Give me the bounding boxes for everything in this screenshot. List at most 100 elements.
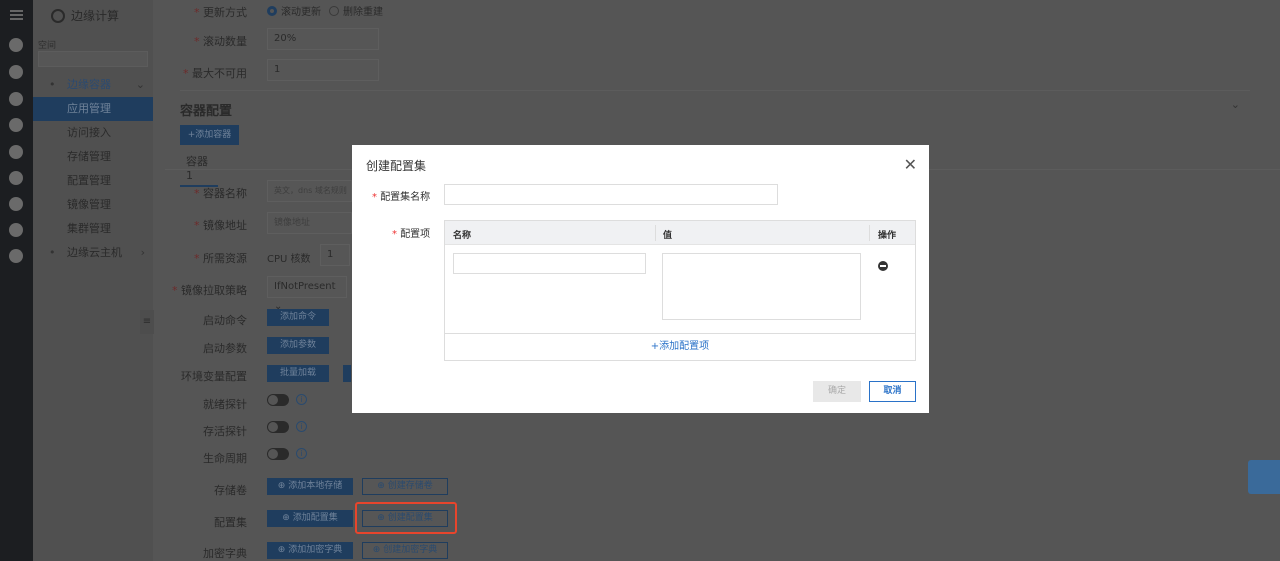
button-label: 创建配置集: [387, 513, 433, 523]
database-icon[interactable]: [9, 145, 23, 159]
container-name-input[interactable]: 英文，dns 域名规则: [267, 180, 352, 202]
floating-help-button[interactable]: [1248, 460, 1280, 494]
button-label: 添加配置集: [292, 513, 338, 523]
image-input[interactable]: 镜像地址: [267, 212, 352, 234]
create-configset-button[interactable]: ⊕ 创建配置集: [362, 510, 448, 527]
container-icon[interactable]: [9, 65, 23, 79]
config-items-label: 配置项: [392, 225, 430, 240]
sidebar-collapse-toggle[interactable]: ≡: [140, 310, 154, 334]
create-volume-button[interactable]: ⊕ 创建存储卷: [362, 478, 448, 495]
mail-icon[interactable]: [9, 223, 23, 237]
sidebar-item-cluster[interactable]: 集群管理: [33, 217, 153, 241]
readiness-label: 就绪探针: [203, 398, 247, 411]
ok-button[interactable]: 确定: [813, 381, 861, 402]
layers-icon[interactable]: [9, 171, 23, 185]
sidebar-item-image[interactable]: 镜像管理: [33, 193, 153, 217]
icon-bar: [0, 0, 33, 561]
sidebar-item-config[interactable]: 配置管理: [33, 169, 153, 193]
volume-label: 存储卷: [214, 484, 247, 497]
button-label: 创建加密字典: [383, 545, 438, 555]
cmd-label: 启动命令: [203, 314, 247, 327]
sidebar-item-storage[interactable]: 存储管理: [33, 145, 153, 169]
add-command-button[interactable]: 添加命令: [267, 309, 329, 326]
group-label: 边缘云主机: [67, 246, 122, 259]
chevron-right-icon: ›: [140, 246, 145, 259]
readiness-toggle[interactable]: [267, 394, 289, 406]
radio-label: 删除重建: [343, 7, 383, 18]
lifecycle-label: 生命周期: [203, 452, 247, 465]
cancel-button[interactable]: 取消: [869, 381, 916, 402]
cloud-icon[interactable]: [9, 118, 23, 132]
max-unavailable-label: 最大不可用: [165, 65, 247, 81]
update-mode-radios: 滚动更新 删除重建: [267, 3, 383, 18]
dialog-title: 创建配置集: [366, 159, 427, 173]
info-icon[interactable]: i: [296, 448, 307, 459]
sidebar-title: 边缘计算: [51, 7, 119, 24]
liveness-label: 存活探针: [203, 425, 247, 438]
table-header: 名称 值 操作: [445, 221, 915, 245]
pull-policy-value: IfNotPresent: [274, 281, 336, 292]
info-icon[interactable]: i: [296, 421, 307, 432]
add-container-button[interactable]: +添加容器: [180, 125, 239, 145]
add-secret-button[interactable]: ⊕ 添加加密字典: [267, 542, 353, 559]
create-configset-dialog: 创建配置集 ✕ 配置集名称 配置项 名称 值 操作 +添加配置项 确定 取消: [352, 145, 929, 413]
pull-policy-label: 镜像拉取策略: [165, 282, 247, 298]
chevron-down-icon: ⌄: [135, 78, 145, 91]
section-title: 容器配置: [180, 104, 233, 119]
upload-icon[interactable]: [9, 197, 23, 211]
divider: [655, 225, 656, 241]
sidebar-group-edge-container[interactable]: 边缘容器 ⌄: [33, 73, 153, 97]
sidebar-item-app[interactable]: 应用管理: [33, 97, 153, 121]
space-select[interactable]: [38, 51, 148, 67]
update-mode-label: 更新方式: [165, 4, 247, 20]
pull-policy-select[interactable]: IfNotPresent ⌄: [267, 276, 347, 312]
button-label: 添加本地存储: [288, 481, 343, 491]
sidebar-group-edge-vm[interactable]: 边缘云主机 ›: [33, 241, 153, 265]
batch-load-button[interactable]: 批量加载: [267, 365, 329, 382]
resources-label: 所需资源: [165, 250, 247, 266]
remove-item-icon[interactable]: [878, 261, 888, 271]
args-label: 启动参数: [203, 342, 247, 355]
container-name-label: 容器名称: [165, 185, 247, 201]
network-icon[interactable]: [9, 92, 23, 106]
collapse-chevron-icon[interactable]: ⌄: [1231, 98, 1240, 111]
add-configset-button[interactable]: ⊕ 添加配置集: [267, 510, 353, 527]
monitor-icon[interactable]: [9, 249, 23, 263]
image-label: 镜像地址: [165, 217, 247, 233]
app-title: 边缘计算: [71, 9, 120, 23]
liveness-toggle[interactable]: [267, 421, 289, 433]
tab-container-1[interactable]: 容器1: [180, 153, 218, 187]
radio-rolling[interactable]: [267, 5, 277, 16]
sidebar-item-access[interactable]: 访问接入: [33, 121, 153, 145]
radio-label: 滚动更新: [281, 7, 321, 18]
max-unavailable-input[interactable]: 1: [267, 59, 379, 81]
cpu-label: CPU 核数: [267, 254, 311, 265]
button-label: 创建存储卷: [387, 481, 433, 491]
group-label: 边缘容器: [67, 78, 111, 91]
env-extra-button[interactable]: [343, 365, 351, 382]
list-icon[interactable]: [9, 38, 23, 52]
env-label: 环境变量配置: [181, 370, 247, 383]
sidebar: 边缘计算 空间 边缘容器 ⌄ 应用管理 访问接入 存储管理 配置管理 镜像管理 集…: [33, 0, 153, 561]
menu-icon[interactable]: [10, 10, 23, 20]
item-value-textarea[interactable]: [662, 253, 861, 320]
configset-label: 配置集: [214, 516, 247, 529]
rolling-count-label: 滚动数量: [165, 33, 247, 49]
cpu-input[interactable]: 1: [320, 244, 350, 266]
col-name: 名称: [453, 231, 472, 241]
radio-recreate[interactable]: [329, 5, 339, 16]
config-items-table: 名称 值 操作 +添加配置项: [444, 220, 916, 361]
rolling-count-input[interactable]: 20%: [267, 28, 379, 50]
configset-name-input[interactable]: [444, 184, 778, 205]
create-secret-button[interactable]: ⊕ 创建加密字典: [362, 542, 448, 559]
col-action: 操作: [878, 231, 897, 241]
item-name-input[interactable]: [453, 253, 646, 274]
divider: [180, 90, 1250, 91]
info-icon[interactable]: i: [296, 394, 307, 405]
add-config-item-button[interactable]: +添加配置项: [445, 333, 915, 360]
col-value: 值: [663, 231, 673, 241]
close-icon[interactable]: ✕: [904, 155, 917, 174]
add-args-button[interactable]: 添加参数: [267, 337, 329, 354]
lifecycle-toggle[interactable]: [267, 448, 289, 460]
add-local-storage-button[interactable]: ⊕ 添加本地存储: [267, 478, 353, 495]
